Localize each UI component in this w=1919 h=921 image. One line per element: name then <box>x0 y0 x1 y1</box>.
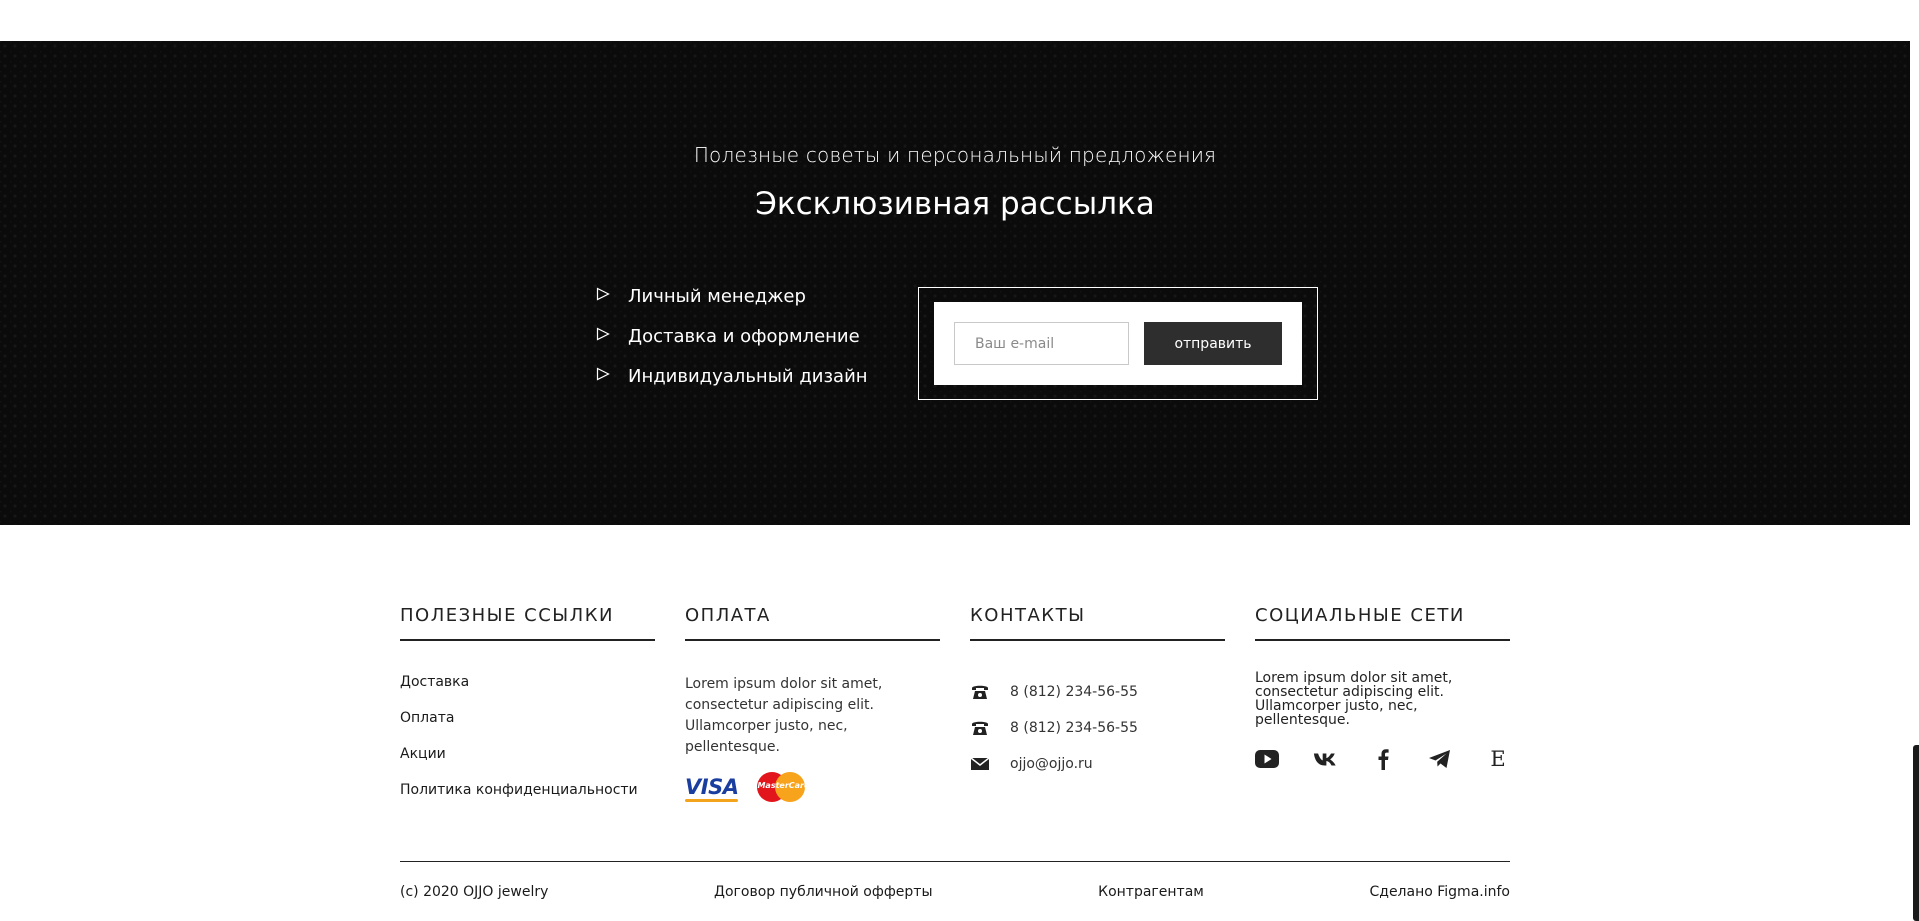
email-input[interactable] <box>954 322 1129 365</box>
vk-icon[interactable] <box>1313 747 1337 771</box>
etsy-icon[interactable]: E <box>1486 747 1510 771</box>
payment-logos: VISA MasterCard <box>685 772 940 802</box>
phone-number[interactable]: 8 (812) 234-56-55 <box>1010 684 1138 700</box>
list-item: Политика конфиденциальности <box>400 782 655 818</box>
newsletter-subtitle: Полезные советы и персональный предложен… <box>693 143 1217 167</box>
feature-item: Индивидуальный дизайн <box>596 367 868 407</box>
made-by-link[interactable]: Сделано Figma.info <box>1369 884 1510 900</box>
phone-icon <box>970 719 990 737</box>
footer-divider <box>400 861 1510 862</box>
envelope-icon <box>970 755 990 773</box>
subscribe-form-frame: отправить <box>918 287 1318 400</box>
play-triangle-icon <box>596 327 610 341</box>
phone-icon <box>970 683 990 701</box>
footer-links-column: ПОЛЕЗНЫЕ ССЫЛКИ Доставка Оплата Акции По… <box>400 605 655 818</box>
submit-button[interactable]: отправить <box>1144 322 1282 365</box>
newsletter-title: Эксклюзивная рассылка <box>755 186 1155 222</box>
footer-payment-column: ОПЛАТА Lorem ipsum dolor sit amet, conse… <box>685 605 940 802</box>
contact-email: ojjo@ojjo.ru <box>970 746 1225 782</box>
partners-link[interactable]: Контрагентам <box>1098 884 1204 900</box>
contact-phone-1: 8 (812) 234-56-55 <box>970 674 1225 710</box>
link-delivery[interactable]: Доставка <box>400 674 469 690</box>
mastercard-label: MasterCard <box>757 781 810 790</box>
play-triangle-icon <box>596 287 610 301</box>
contacts-list: 8 (812) 234-56-55 8 (812) 234-56-55 ojjo… <box>970 674 1225 782</box>
payment-heading: ОПЛАТА <box>685 605 940 641</box>
footer-bottom-bar: (c) 2020 OJJO jewelry Договор публичной … <box>400 884 1510 900</box>
social-heading: СОЦИАЛЬНЫЕ СЕТИ <box>1255 605 1510 641</box>
links-heading: ПОЛЕЗНЫЕ ССЫЛКИ <box>400 605 655 641</box>
feature-item: Личный менеджер <box>596 287 868 327</box>
facebook-icon[interactable] <box>1371 747 1395 771</box>
payment-description: Lorem ipsum dolor sit amet, consectetur … <box>685 676 883 755</box>
feature-label: Индивидуальный дизайн <box>628 366 868 387</box>
subscribe-form: отправить <box>934 302 1302 385</box>
email-address[interactable]: ojjo@ojjo.ru <box>1010 756 1093 772</box>
footer-social-column: СОЦИАЛЬНЫЕ СЕТИ Lorem ipsum dolor sit am… <box>1255 605 1510 771</box>
feature-label: Личный менеджер <box>628 286 806 307</box>
footer-contacts-column: КОНТАКТЫ 8 (812) 234-56-55 8 (812) 234-5… <box>970 605 1225 782</box>
mastercard-logo: MasterCard <box>757 772 810 802</box>
list-item: Акции <box>400 746 655 782</box>
copyright-text: (c) 2020 OJJO jewelry <box>400 884 549 900</box>
newsletter-features: Личный менеджер Доставка и оформление Ин… <box>596 287 868 407</box>
youtube-icon[interactable] <box>1255 747 1279 771</box>
telegram-icon[interactable] <box>1428 747 1452 771</box>
newsletter-section: Полезные советы и персональный предложен… <box>0 41 1910 525</box>
link-payment[interactable]: Оплата <box>400 710 454 726</box>
public-offer-link[interactable]: Договор публичной офферты <box>714 884 932 900</box>
link-promotions[interactable]: Акции <box>400 746 446 762</box>
list-item: Доставка <box>400 674 655 710</box>
feature-item: Доставка и оформление <box>596 327 868 367</box>
links-list: Доставка Оплата Акции Политика конфиденц… <box>400 674 655 818</box>
phone-number[interactable]: 8 (812) 234-56-55 <box>1010 720 1138 736</box>
feature-label: Доставка и оформление <box>628 326 860 347</box>
social-description: Lorem ipsum dolor sit amet, consectetur … <box>1255 670 1453 728</box>
scrollbar-thumb[interactable] <box>1913 745 1919 921</box>
play-triangle-icon <box>596 367 610 381</box>
social-icons: E <box>1255 747 1510 771</box>
contact-phone-2: 8 (812) 234-56-55 <box>970 710 1225 746</box>
link-privacy-policy[interactable]: Политика конфиденциальности <box>400 782 638 798</box>
contacts-heading: КОНТАКТЫ <box>970 605 1225 641</box>
visa-logo: VISA <box>685 775 739 802</box>
list-item: Оплата <box>400 710 655 746</box>
